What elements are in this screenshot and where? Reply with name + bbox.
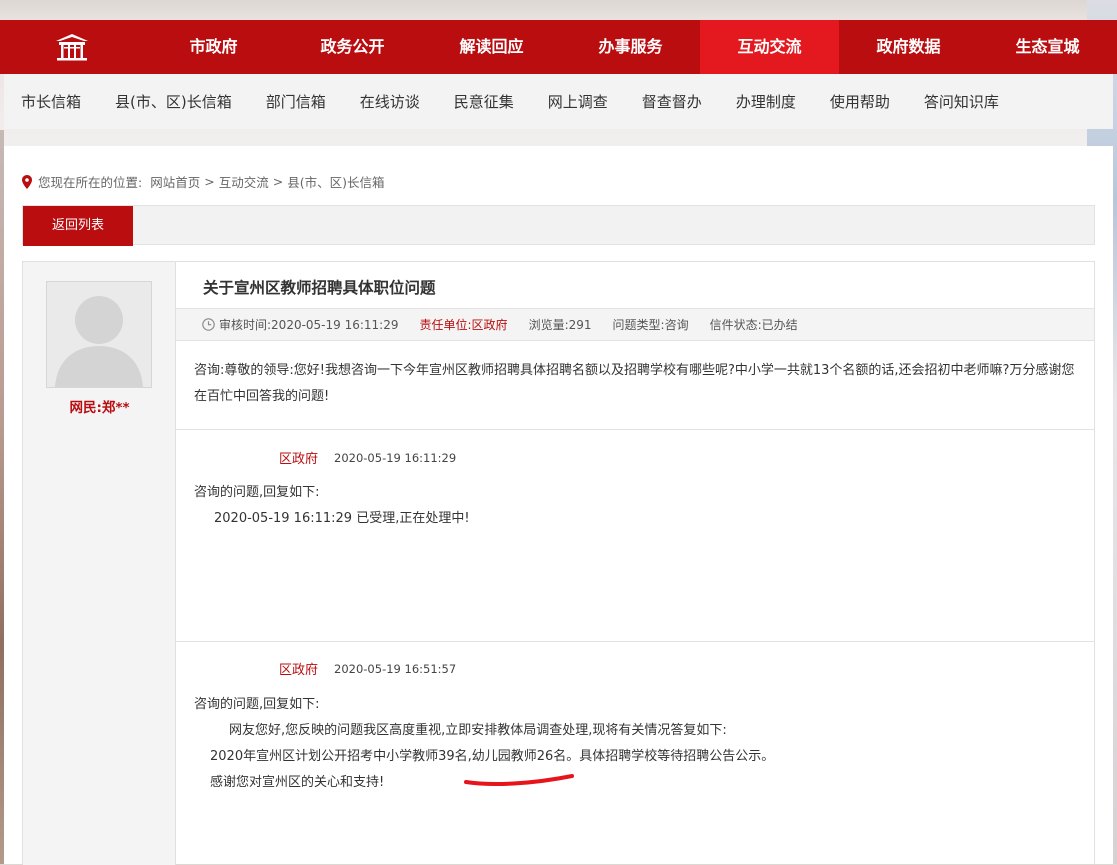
reply-line: 2020年宣州区计划公开招考中小学教师39名,幼儿园教师26名。具体招聘学校等待… — [210, 749, 775, 764]
review-time: 2020-05-19 16:11:29 — [271, 317, 399, 332]
reply-line: 咨询的问题,回复如下: — [194, 485, 320, 500]
subnav-item-mayor-mailbox[interactable]: 市长信箱 — [4, 91, 98, 112]
subnav-item-online-interview[interactable]: 在线访谈 — [343, 91, 437, 112]
reply-header: 区政府 2020-05-19 16:11:29 — [279, 448, 457, 468]
highlight-underline-annotation — [464, 774, 574, 786]
top-navigation: 市政府 政务公开 解读回应 办事服务 互动交流 政府数据 生态宣城 — [0, 20, 1117, 74]
nav-item-interpretation[interactable]: 解读回应 — [422, 20, 561, 74]
breadcrumb-link-county-mailbox[interactable]: 县(市、区)长信箱 — [287, 172, 384, 191]
nav-item-services[interactable]: 办事服务 — [561, 20, 700, 74]
question-type: 咨询 — [664, 318, 689, 332]
nav-item-interaction[interactable]: 互动交流 — [700, 20, 839, 74]
views-label: 浏览量: — [528, 318, 569, 332]
subnav-item-county-mailbox[interactable]: 县(市、区)长信箱 — [98, 91, 249, 112]
sub-navigation: 市长信箱 县(市、区)长信箱 部门信箱 在线访谈 民意征集 网上调查 督查督办 … — [4, 74, 1113, 129]
reply-org: 区政府 — [279, 452, 319, 467]
default-avatar-icon — [47, 282, 151, 387]
letter-body: 关于宣州区教师招聘具体职位问题 审核时间: 2020-05-19 16:11:2… — [176, 262, 1094, 865]
action-bar: 返回列表 — [22, 205, 1095, 246]
sender-panel: 网民:郑** — [23, 262, 176, 865]
breadcrumb-link-interaction[interactable]: 互动交流 — [219, 172, 269, 191]
reply-line: 感谢您对宣州区的关心和支持! — [210, 775, 385, 790]
breadcrumb: 您现在所在的位置: 网站首页 > 互动交流 > 县(市、区)长信箱 — [22, 172, 384, 191]
review-time-label: 审核时间: — [219, 318, 272, 332]
divider — [176, 641, 1094, 642]
breadcrumb-separator: > — [272, 174, 284, 189]
subnav-item-online-survey[interactable]: 网上调查 — [531, 91, 625, 112]
letter-status-label: 信件状态: — [709, 318, 762, 332]
subnav-item-knowledge-base[interactable]: 答问知识库 — [907, 91, 1016, 112]
subnav-item-opinion-collection[interactable]: 民意征集 — [437, 91, 531, 112]
views-count: 291 — [568, 317, 592, 332]
nav-item-ecology[interactable]: 生态宣城 — [978, 20, 1117, 74]
nav-item-city-government[interactable]: 市政府 — [144, 20, 283, 74]
subnav-item-supervision[interactable]: 督查督办 — [625, 91, 719, 112]
breadcrumb-separator: > — [204, 174, 215, 189]
reply-time: 2020-05-19 16:11:29 — [334, 450, 457, 465]
reply-line: 2020-05-19 16:11:29 已受理,正在处理中! — [214, 511, 470, 526]
avatar — [46, 281, 152, 388]
main-content: 您现在所在的位置: 网站首页 > 互动交流 > 县(市、区)长信箱 返回列表 网… — [4, 146, 1113, 865]
responsible-unit-label: 责任单位: — [419, 318, 472, 332]
question-text: 咨询:尊敬的领导:您好!我想咨询一下今年宣州区教师招聘具体招聘名额以及招聘学校有… — [194, 363, 1075, 404]
reply-time: 2020-05-19 16:51:57 — [334, 661, 457, 676]
subnav-item-department-mailbox[interactable]: 部门信箱 — [249, 91, 343, 112]
reply-org: 区政府 — [279, 663, 319, 678]
letter-meta: 审核时间: 2020-05-19 16:11:29 责任单位: 区政府 浏览量:… — [176, 308, 1094, 341]
subnav-item-handling-rules[interactable]: 办理制度 — [719, 91, 813, 112]
breadcrumb-link-home[interactable]: 网站首页 — [150, 172, 200, 191]
nav-item-government-data[interactable]: 政府数据 — [839, 20, 978, 74]
responsible-unit: 区政府 — [471, 318, 508, 332]
letter-status: 已办结 — [761, 318, 798, 332]
reply-line: 咨询的问题,回复如下: — [194, 697, 320, 712]
clock-icon — [202, 318, 215, 331]
letter-title: 关于宣州区教师招聘具体职位问题 — [203, 279, 436, 297]
breadcrumb-prefix: 您现在所在的位置: — [38, 175, 143, 190]
reply-line: 网友您好,您反映的问题我区高度重视,立即安排教体局调查处理,现将有关情况答复如下… — [229, 723, 727, 738]
sender-name: 网民:郑** — [69, 400, 130, 416]
back-to-list-button[interactable]: 返回列表 — [23, 206, 133, 246]
reply-header: 区政府 2020-05-19 16:51:57 — [279, 659, 457, 679]
location-pin-icon — [22, 174, 32, 189]
site-logo[interactable] — [0, 20, 144, 74]
nav-item-government-affairs[interactable]: 政务公开 — [283, 20, 422, 74]
divider — [176, 429, 1094, 430]
subnav-item-help[interactable]: 使用帮助 — [813, 91, 907, 112]
pavilion-logo-icon — [56, 34, 88, 61]
question-type-label: 问题类型: — [612, 318, 665, 332]
